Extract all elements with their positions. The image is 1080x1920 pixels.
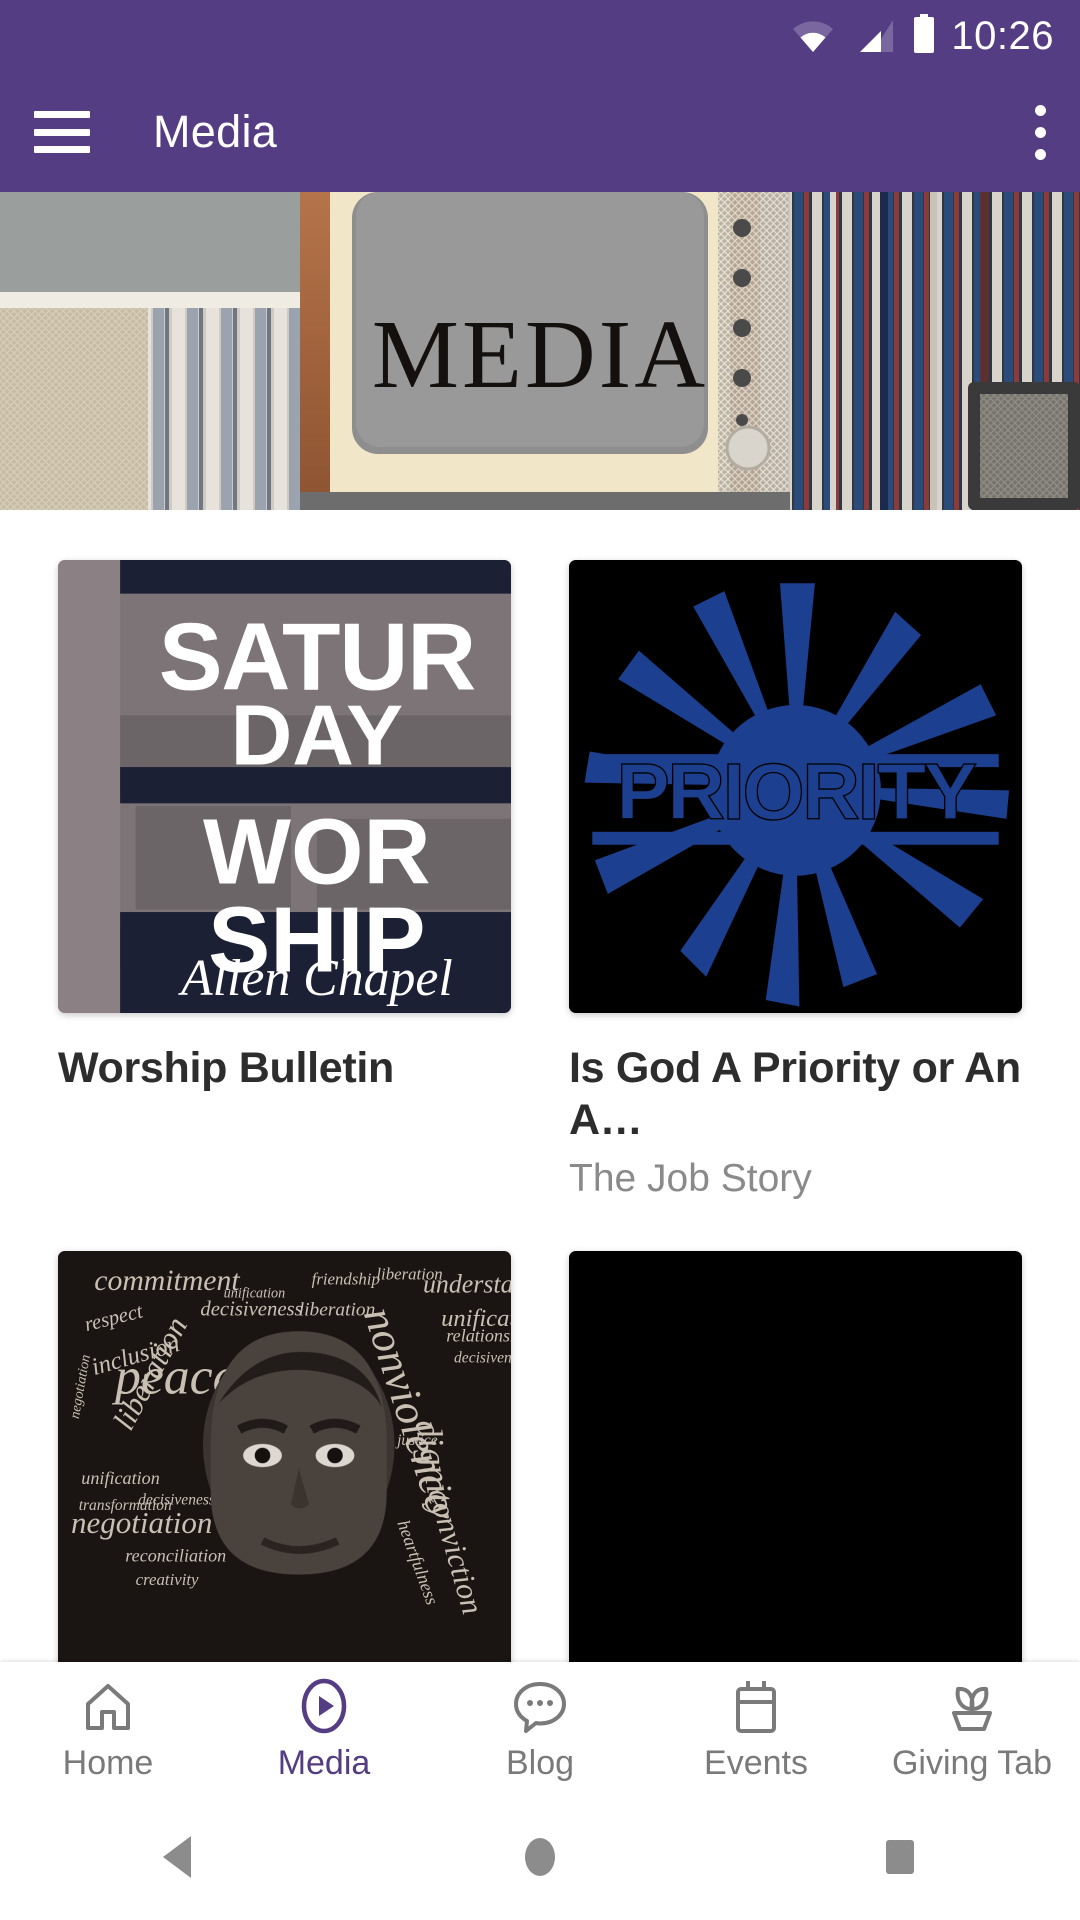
chat-bubble-icon (511, 1677, 569, 1735)
svg-text:DAY: DAY (231, 688, 403, 783)
play-circle-icon (296, 1677, 352, 1735)
status-bar-clock: 10:26 (951, 13, 1054, 58)
svg-text:decisiveness: decisiveness (200, 1299, 302, 1321)
media-card-title: Worship Bulletin (58, 1044, 395, 1092)
app-screen: 10:26 Media MEDIA SATUR DAY WOR SHIP All… (0, 0, 1080, 1920)
bottom-tab-bar: Home Media Blog Events Giving Tab (0, 1662, 1080, 1798)
tab-label: Media (277, 1744, 371, 1782)
media-card-title: Is God A Priority or An A… (569, 1044, 1021, 1144)
tab-events[interactable]: Events (648, 1677, 864, 1783)
tab-giving[interactable]: Giving Tab (864, 1677, 1080, 1783)
media-thumbnail[interactable]: commitment friendship liberation underst… (58, 1250, 511, 1704)
media-card[interactable] (569, 1250, 1022, 1706)
more-options-icon[interactable] (1034, 104, 1046, 160)
status-bar: 10:26 (0, 0, 1080, 72)
svg-text:Allen Chapel: Allen Chapel (178, 950, 453, 1007)
home-icon (80, 1677, 136, 1735)
media-thumbnail[interactable]: PRIORITY (569, 560, 1022, 1013)
tab-label: Home (62, 1744, 154, 1782)
media-list[interactable]: SATUR DAY WOR SHIP Allen Chapel Worship … (0, 510, 1080, 1706)
media-card-subtitle: The Job Story (569, 1157, 812, 1201)
svg-text:friendship: friendship (312, 1270, 380, 1289)
svg-text:PRIORITY: PRIORITY (616, 747, 976, 837)
media-thumbnail[interactable]: SATUR DAY WOR SHIP Allen Chapel (58, 560, 511, 1013)
saturday-worship-poster-image: SATUR DAY WOR SHIP Allen Chapel (58, 560, 511, 1013)
media-thumbnail[interactable] (569, 1250, 1022, 1704)
svg-text:unification: unification (81, 1468, 159, 1488)
tab-blog[interactable]: Blog (432, 1677, 648, 1783)
svg-text:understanding: understanding (423, 1269, 511, 1298)
app-bar: Media (0, 72, 1080, 192)
svg-text:commitment: commitment (94, 1264, 240, 1297)
priority-starburst-image: PRIORITY (569, 560, 1022, 1013)
tab-label: Events (704, 1744, 808, 1782)
svg-text:decisiveness: decisiveness (454, 1349, 511, 1366)
hamburger-menu-icon[interactable] (34, 111, 90, 153)
svg-text:unification: unification (224, 1286, 286, 1302)
cellular-signal-icon (851, 18, 895, 59)
tab-home[interactable]: Home (0, 1677, 216, 1783)
back-triangle-icon[interactable] (157, 1832, 203, 1887)
hero-banner: MEDIA (0, 192, 1080, 510)
media-grid: SATUR DAY WOR SHIP Allen Chapel Worship … (0, 510, 1080, 1706)
hero-title: MEDIA (371, 300, 709, 409)
tab-label: Giving Tab (891, 1744, 1053, 1782)
mlk-word-cloud-image: commitment friendship liberation underst… (58, 1250, 511, 1704)
media-card[interactable]: commitment friendship liberation underst… (58, 1250, 511, 1706)
svg-text:creativity: creativity (136, 1570, 199, 1589)
home-circle-icon[interactable] (517, 1832, 563, 1887)
recents-square-icon[interactable] (877, 1832, 923, 1887)
status-bar-icons (791, 13, 937, 59)
svg-text:reconciliation: reconciliation (125, 1546, 226, 1566)
calendar-icon (730, 1677, 782, 1735)
svg-text:relationship: relationship (446, 1326, 511, 1346)
page-title: Media (153, 106, 278, 157)
wifi-icon (791, 18, 835, 59)
media-card[interactable]: SATUR DAY WOR SHIP Allen Chapel Worship … (58, 560, 511, 1203)
plant-pot-icon (942, 1677, 1002, 1735)
tab-label: Blog (505, 1744, 575, 1782)
svg-text:justice: justice (395, 1432, 438, 1449)
svg-text:negotiation: negotiation (71, 1505, 212, 1540)
system-navigation-bar (0, 1798, 1080, 1920)
battery-icon (911, 13, 937, 59)
media-card[interactable]: PRIORITY Is God A Priority or An A… The … (569, 560, 1022, 1203)
tab-media[interactable]: Media (216, 1677, 432, 1783)
black-placeholder-image (569, 1250, 1022, 1704)
